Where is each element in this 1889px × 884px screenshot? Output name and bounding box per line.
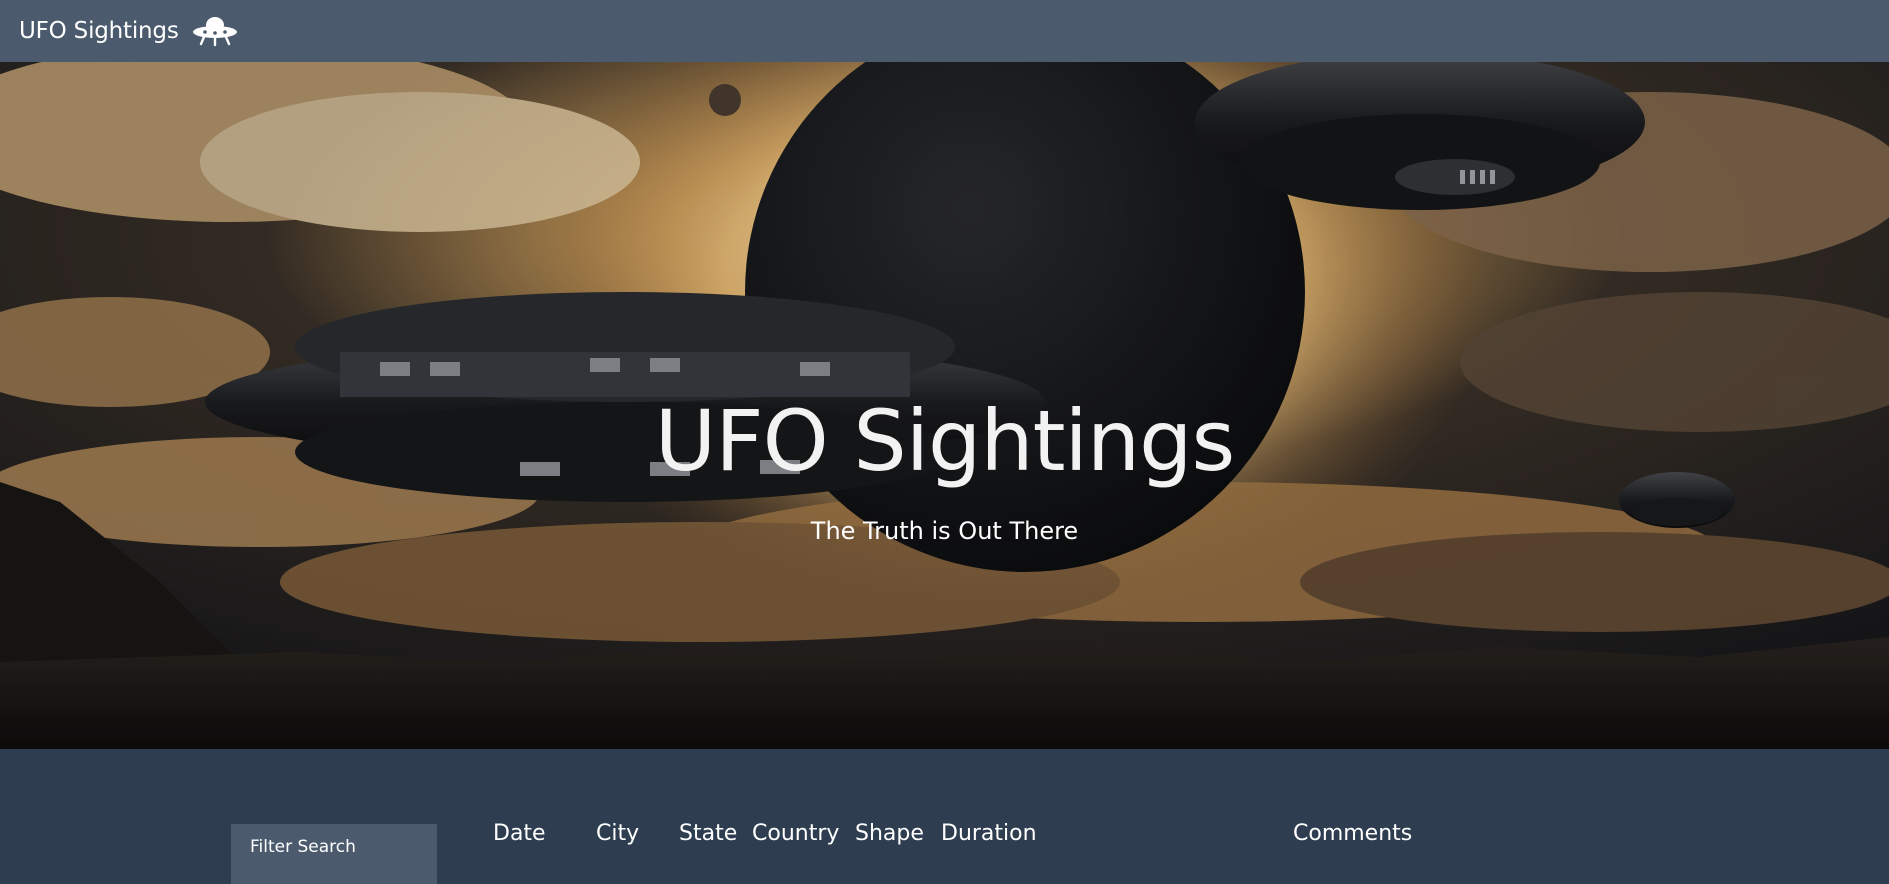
filter-title: Filter Search bbox=[250, 837, 356, 857]
hero-banner: UFO Sightings The Truth is Out There bbox=[0, 62, 1889, 749]
column-header-duration[interactable]: Duration bbox=[941, 821, 1037, 846]
column-header-comments[interactable]: Comments bbox=[1293, 821, 1412, 846]
column-header-date[interactable]: Date bbox=[493, 821, 546, 846]
hero-subtitle: The Truth is Out There bbox=[810, 517, 1079, 545]
navbar: UFO Sightings bbox=[0, 0, 1889, 62]
column-header-shape[interactable]: Shape bbox=[855, 821, 924, 846]
main-content: Filter Search Date City State Country Sh… bbox=[0, 749, 1889, 884]
brand-title[interactable]: UFO Sightings bbox=[19, 18, 179, 44]
navbar-brand[interactable]: UFO Sightings bbox=[19, 14, 238, 48]
filter-panel: Filter Search bbox=[231, 824, 437, 884]
ufo-icon bbox=[192, 14, 238, 48]
hero-title: UFO Sightings bbox=[654, 392, 1235, 490]
column-header-country[interactable]: Country bbox=[752, 821, 839, 846]
column-header-state[interactable]: State bbox=[679, 821, 737, 846]
column-header-city[interactable]: City bbox=[596, 821, 639, 846]
